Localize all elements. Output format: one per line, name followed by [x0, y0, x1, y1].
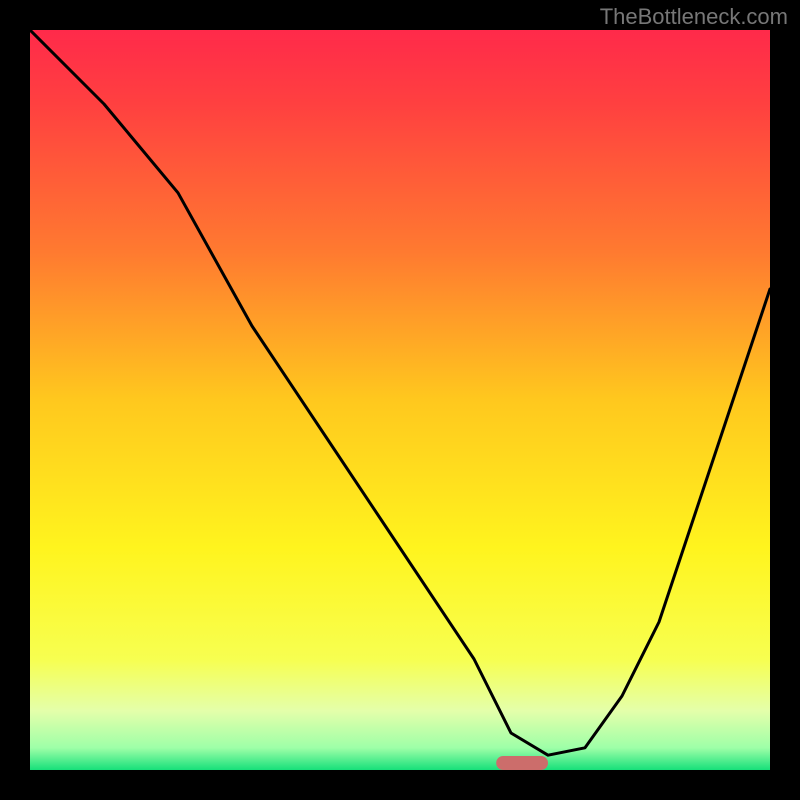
chart-svg — [30, 30, 770, 770]
chart-container: TheBottleneck.com — [0, 0, 800, 800]
plot-area — [30, 30, 770, 770]
gradient-background — [30, 30, 770, 770]
watermark-text: TheBottleneck.com — [600, 4, 788, 30]
highlight-pill — [496, 756, 548, 770]
